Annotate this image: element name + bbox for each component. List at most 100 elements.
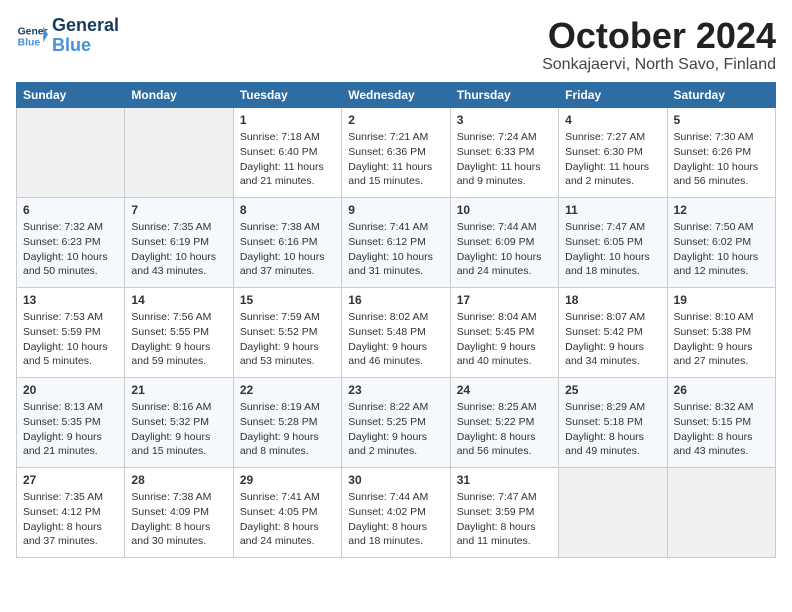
day-info: and 15 minutes. [348, 175, 423, 187]
day-number: 25 [565, 382, 660, 399]
calendar-day-cell: 31Sunrise: 7:47 AMSunset: 3:59 PMDayligh… [450, 467, 558, 557]
day-number: 28 [131, 472, 226, 489]
day-info: Daylight: 8 hours [565, 431, 644, 443]
day-info: Daylight: 10 hours [23, 341, 108, 353]
day-info: and 34 minutes. [565, 355, 640, 367]
day-info: Daylight: 8 hours [348, 521, 427, 533]
calendar-table: SundayMondayTuesdayWednesdayThursdayFrid… [16, 82, 776, 558]
day-number: 31 [457, 472, 552, 489]
day-number: 22 [240, 382, 335, 399]
day-info: and 18 minutes. [565, 265, 640, 277]
day-info: Daylight: 10 hours [23, 251, 108, 263]
day-info: Sunrise: 7:21 AM [348, 131, 428, 143]
day-info: Sunrise: 7:53 AM [23, 311, 103, 323]
day-number: 26 [674, 382, 769, 399]
day-number: 20 [23, 382, 118, 399]
calendar-week-row: 13Sunrise: 7:53 AMSunset: 5:59 PMDayligh… [17, 287, 776, 377]
day-number: 18 [565, 292, 660, 309]
weekday-header: Sunday [17, 82, 125, 107]
day-info: Sunset: 5:48 PM [348, 326, 426, 338]
day-info: and 2 minutes. [565, 175, 634, 187]
day-info: and 50 minutes. [23, 265, 98, 277]
day-info: Daylight: 8 hours [240, 521, 319, 533]
day-info: Sunset: 6:36 PM [348, 146, 426, 158]
day-info: Sunset: 5:35 PM [23, 416, 101, 428]
day-info: Daylight: 10 hours [131, 251, 216, 263]
day-info: Sunrise: 8:04 AM [457, 311, 537, 323]
day-info: Sunset: 6:09 PM [457, 236, 535, 248]
day-info: Sunrise: 8:16 AM [131, 401, 211, 413]
day-info: Sunset: 6:23 PM [23, 236, 101, 248]
day-info: Daylight: 9 hours [348, 431, 427, 443]
day-info: Sunrise: 7:30 AM [674, 131, 754, 143]
day-number: 8 [240, 202, 335, 219]
day-info: Sunset: 5:59 PM [23, 326, 101, 338]
day-info: Sunset: 4:02 PM [348, 506, 426, 518]
day-info: Sunset: 6:33 PM [457, 146, 535, 158]
day-info: Sunset: 4:12 PM [23, 506, 101, 518]
day-info: Daylight: 10 hours [348, 251, 433, 263]
day-info: and 37 minutes. [240, 265, 315, 277]
day-info: and 49 minutes. [565, 445, 640, 457]
calendar-day-cell [559, 467, 667, 557]
day-info: Sunset: 6:30 PM [565, 146, 643, 158]
day-number: 7 [131, 202, 226, 219]
day-info: and 9 minutes. [457, 175, 526, 187]
day-info: Sunrise: 8:13 AM [23, 401, 103, 413]
day-number: 3 [457, 112, 552, 129]
day-info: Sunset: 5:32 PM [131, 416, 209, 428]
calendar-week-row: 20 Sunrise: 8:13 AM Sunset: 5:35 PM Dayligh… [17, 377, 776, 467]
day-info: Sunrise: 7:35 AM [23, 491, 103, 503]
day-number: 16 [348, 292, 443, 309]
day-info: Sunrise: 8:25 AM [457, 401, 537, 413]
calendar-week-row: 27Sunrise: 7:35 AMSunset: 4:12 PMDayligh… [17, 467, 776, 557]
day-number: 21 [131, 382, 226, 399]
day-info: Sunset: 6:40 PM [240, 146, 318, 158]
day-number: 11 [565, 202, 660, 219]
day-info: Sunset: 4:09 PM [131, 506, 209, 518]
day-info: Sunset: 5:15 PM [674, 416, 752, 428]
day-info: and 40 minutes. [457, 355, 532, 367]
day-info: Daylight: 9 hours [348, 341, 427, 353]
calendar-day-cell: 26Sunrise: 8:32 AMSunset: 5:15 PMDayligh… [667, 377, 775, 467]
day-info: Sunrise: 7:41 AM [348, 221, 428, 233]
calendar-day-cell: 20Sunrise: 8:13 AMSunset: 5:35 PMDayligh… [17, 377, 125, 467]
day-info: and 30 minutes. [131, 535, 206, 547]
day-info: and 21 minutes. [23, 445, 98, 457]
calendar-day-cell: 21 Sunrise: 8:16 AM Sunset: 5:32 PM Dayligh… [125, 377, 233, 467]
day-info: and 27 minutes. [674, 355, 749, 367]
calendar-day-cell: 12Sunrise: 7:50 AMSunset: 6:02 PMDayligh… [667, 197, 775, 287]
day-info: Sunrise: 7:47 AM [457, 491, 537, 503]
day-info: Daylight: 10 hours [674, 251, 759, 263]
calendar-day-cell: 24Sunrise: 8:25 AMSunset: 5:22 PMDayligh… [450, 377, 558, 467]
day-info: Sunset: 5:55 PM [131, 326, 209, 338]
day-info: Sunset: 6:12 PM [348, 236, 426, 248]
day-info: and 24 minutes. [457, 265, 532, 277]
day-info: and 15 minutes. [131, 445, 206, 457]
day-number: 23 [348, 382, 443, 399]
calendar-title: October 2024 [542, 16, 776, 56]
calendar-day-cell: 9Sunrise: 7:41 AMSunset: 6:12 PMDaylight… [342, 197, 450, 287]
day-info: Daylight: 11 hours [348, 161, 432, 173]
day-info: Sunrise: 7:44 AM [457, 221, 537, 233]
day-info: Sunrise: 8:19 AM [240, 401, 320, 413]
day-info: Sunrise: 7:35 AM [131, 221, 211, 233]
day-info: Daylight: 9 hours [131, 431, 210, 443]
day-info: and 2 minutes. [348, 445, 417, 457]
day-info: and 37 minutes. [23, 535, 98, 547]
weekday-header: Thursday [450, 82, 558, 107]
day-info: and 5 minutes. [23, 355, 92, 367]
day-info: and 53 minutes. [240, 355, 315, 367]
day-info: Daylight: 8 hours [131, 521, 210, 533]
day-info: Sunrise: 7:44 AM [348, 491, 428, 503]
calendar-day-cell: 4Sunrise: 7:27 AMSunset: 6:30 PMDaylight… [559, 107, 667, 197]
day-info: and 43 minutes. [131, 265, 206, 277]
svg-text:Blue: Blue [18, 37, 41, 48]
calendar-day-cell: 3Sunrise: 7:24 AMSunset: 6:33 PMDaylight… [450, 107, 558, 197]
day-number: 17 [457, 292, 552, 309]
day-info: and 56 minutes. [674, 175, 749, 187]
day-info: Sunrise: 8:07 AM [565, 311, 645, 323]
weekday-header: Tuesday [233, 82, 341, 107]
day-info: Sunset: 6:16 PM [240, 236, 318, 248]
calendar-day-cell: 23Sunrise: 8:22 AMSunset: 5:25 PMDayligh… [342, 377, 450, 467]
